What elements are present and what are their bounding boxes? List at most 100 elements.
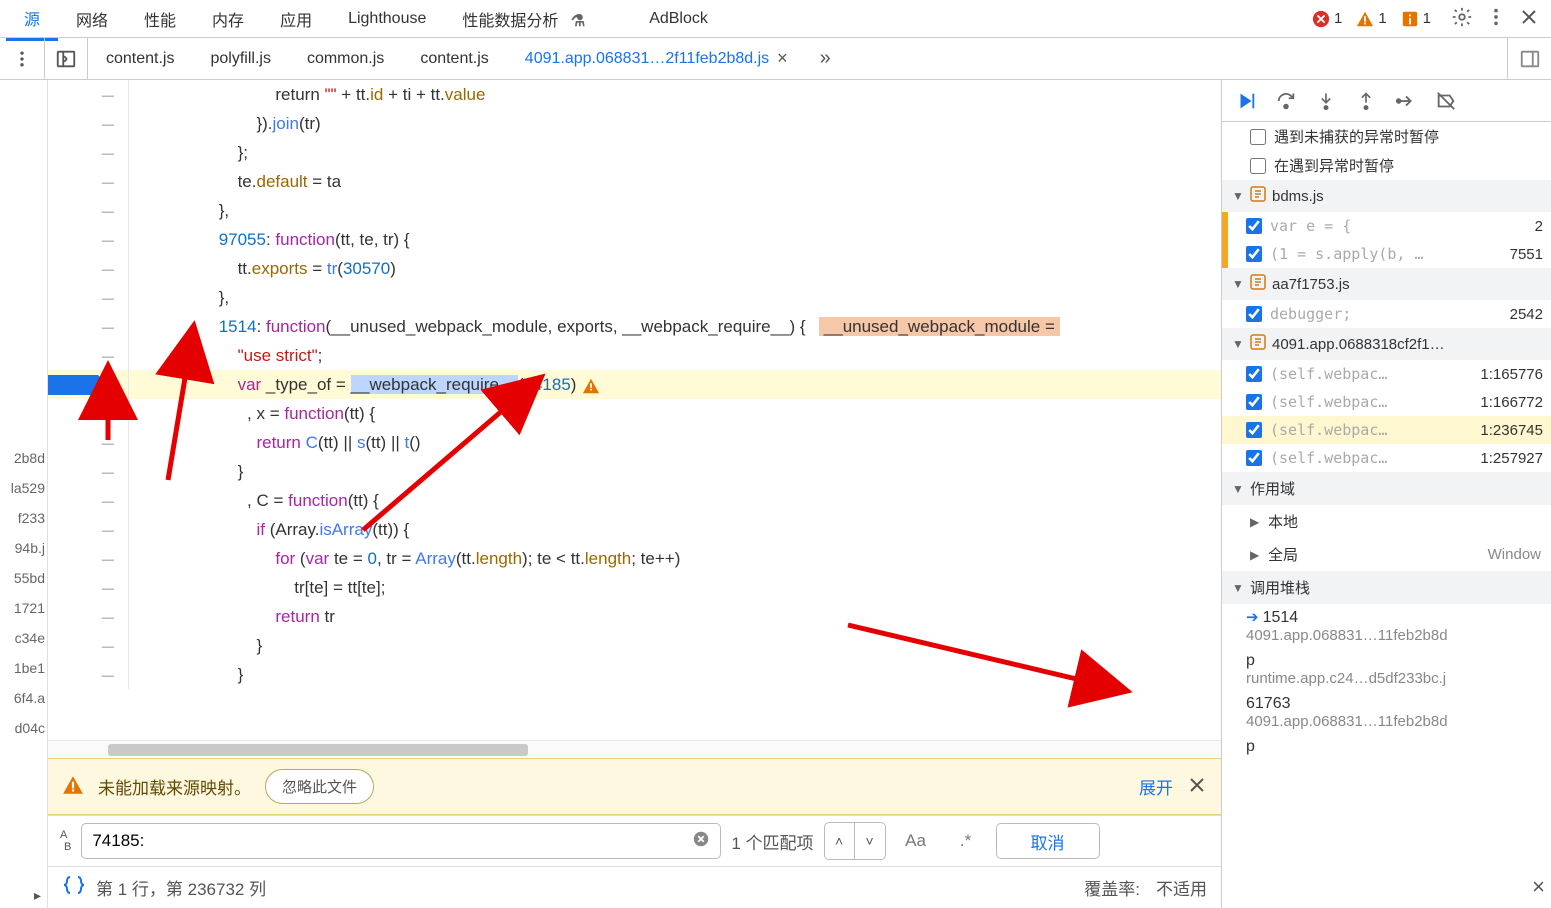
code-line[interactable]: – }, (48, 196, 1221, 225)
panel-tab-perf-insights[interactable]: 性能数据分析 ⚗ (444, 0, 603, 39)
file-tab-active[interactable]: 4091.app.068831…2f11feb2b8d.js × (507, 38, 806, 79)
code-line[interactable]: – return C(tt) || s(tt) || t() (48, 428, 1221, 457)
file-tab[interactable]: content.js (88, 38, 192, 79)
code-line[interactable]: – for (var te = 0, tr = Array(tt.length)… (48, 544, 1221, 573)
breakpoint-file-header[interactable]: ▼bdms.js (1222, 180, 1551, 212)
settings-icon[interactable] (1445, 0, 1479, 37)
step-over-icon[interactable] (1272, 87, 1300, 115)
breakpoint-item[interactable]: debugger;2542 (1222, 300, 1551, 328)
file-tree-item[interactable]: 1721 (14, 600, 45, 616)
breakpoint-item[interactable]: (self.webpac…1:257927 (1222, 444, 1551, 472)
pause-uncaught-checkbox[interactable] (1250, 129, 1266, 145)
code-line[interactable]: – tt.exports = tr(30570) (48, 254, 1221, 283)
code-line[interactable]: – "use strict"; (48, 341, 1221, 370)
code-line[interactable]: – te.default = ta (48, 167, 1221, 196)
pause-any-row[interactable]: 在遇到异常时暂停 (1222, 151, 1551, 180)
code-line[interactable]: – 97055: function(tt, te, tr) { (48, 225, 1221, 254)
code-line[interactable]: – return "" + tt.id + ti + tt.value (48, 80, 1221, 109)
panel-tab-sources[interactable]: 源 (6, 0, 58, 41)
match-case-toggle[interactable]: Aa (896, 823, 936, 859)
breakpoint-item[interactable]: var e = {2 (1222, 212, 1551, 240)
callstack-frame[interactable]: 617634091.app.068831…11feb2b8d (1222, 691, 1551, 734)
close-warning-icon[interactable] (1187, 775, 1207, 798)
code-line[interactable]: – 1514: function(__unused_webpack_module… (48, 312, 1221, 341)
breakpoint-checkbox[interactable] (1246, 450, 1262, 466)
close-drawer-icon[interactable]: × (1532, 874, 1545, 900)
pretty-print-icon[interactable] (62, 873, 86, 902)
file-tree-item[interactable]: 1be1 (14, 660, 45, 676)
callstack-frame[interactable]: pruntime.app.c24…d5df233bc.j (1222, 648, 1551, 691)
file-tree-item[interactable]: c34e (15, 630, 45, 646)
more-vert-icon[interactable] (0, 49, 44, 69)
breakpoint-item[interactable]: (self.webpac…1:165776 (1222, 360, 1551, 388)
panel-tab-adblock[interactable]: AdBlock (631, 2, 726, 36)
file-tab[interactable]: common.js (289, 38, 402, 79)
replace-toggle-icon[interactable]: AB (60, 829, 71, 853)
search-next-icon[interactable]: ˅ (855, 823, 885, 859)
file-tree-item[interactable]: d04c (15, 720, 45, 736)
callstack-frame[interactable]: ➔15144091.app.068831…11feb2b8d (1222, 604, 1551, 648)
step-into-icon[interactable] (1312, 87, 1340, 115)
callstack-frame[interactable]: p (1222, 734, 1551, 760)
breakpoint-checkbox[interactable] (1246, 306, 1262, 322)
breakpoint-item[interactable]: (1 = s.apply(b, …7551 (1222, 240, 1551, 268)
code-editor[interactable]: – return "" + tt.id + ti + tt.value– }).… (48, 80, 1221, 740)
search-prev-icon[interactable]: ˄ (825, 823, 855, 859)
code-line[interactable]: – }, (48, 283, 1221, 312)
regex-toggle[interactable]: .* (946, 823, 986, 859)
scope-local[interactable]: ▶ 本地 (1222, 505, 1551, 538)
scope-global[interactable]: ▶ 全局 Window (1222, 538, 1551, 571)
callstack-header[interactable]: ▼ 调用堆栈 (1222, 571, 1551, 604)
toggle-sidebar-icon[interactable] (1507, 38, 1551, 79)
resume-icon[interactable] (1232, 87, 1260, 115)
file-tree-item[interactable]: la529 (11, 480, 45, 496)
breakpoint-checkbox[interactable] (1246, 366, 1262, 382)
code-line[interactable]: – } (48, 457, 1221, 486)
code-line[interactable]: – } (48, 660, 1221, 689)
file-tab[interactable]: content.js (402, 38, 506, 79)
breakpoint-checkbox[interactable] (1246, 422, 1262, 438)
clear-search-icon[interactable] (692, 828, 710, 854)
file-tree-item[interactable]: 55bd (14, 570, 45, 586)
file-tree-item[interactable]: 2b8d (14, 450, 45, 466)
expand-warning-link[interactable]: 展开 (1139, 774, 1173, 799)
execution-line-marker[interactable] (48, 370, 124, 399)
pause-any-checkbox[interactable] (1250, 158, 1266, 174)
panel-tab-application[interactable]: 应用 (262, 0, 330, 39)
step-out-icon[interactable] (1352, 87, 1380, 115)
show-navigator-icon[interactable] (44, 38, 88, 79)
expand-tree-icon[interactable]: ▸ (34, 887, 41, 904)
panel-tab-performance[interactable]: 性能 (126, 0, 194, 39)
breakpoint-item[interactable]: (self.webpac…1:236745 (1222, 416, 1551, 444)
kebab-menu-icon[interactable] (1479, 0, 1513, 37)
horizontal-scrollbar[interactable] (48, 740, 1221, 758)
breakpoint-checkbox[interactable] (1246, 218, 1262, 234)
close-devtools-icon[interactable] (1513, 1, 1545, 36)
code-line[interactable]: – , x = function(tt) { (48, 399, 1221, 428)
ignore-file-button[interactable]: 忽略此文件 (265, 769, 374, 804)
code-line[interactable]: – if (Array.isArray(tt)) { (48, 515, 1221, 544)
more-tabs-icon[interactable]: » (806, 47, 845, 70)
breakpoint-checkbox[interactable] (1246, 394, 1262, 410)
breakpoint-item[interactable]: (self.webpac…1:166772 (1222, 388, 1551, 416)
code-line[interactable]: – , C = function(tt) { (48, 486, 1221, 515)
search-input[interactable] (92, 831, 692, 851)
code-line[interactable]: – return tr (48, 602, 1221, 631)
code-line[interactable]: var _type_of = __webpack_require__(74185… (48, 370, 1221, 399)
file-tree-item[interactable]: f233 (18, 510, 45, 526)
breakpoint-checkbox[interactable] (1246, 246, 1262, 262)
file-tree-item[interactable]: 6f4.a (14, 690, 45, 706)
file-tab[interactable]: polyfill.js (192, 38, 288, 79)
debugger-scroll[interactable]: 遇到未捕获的异常时暂停 在遇到异常时暂停 ▼bdms.jsvar e = {2(… (1222, 122, 1551, 908)
cancel-search-button[interactable]: 取消 (996, 823, 1100, 859)
pause-uncaught-row[interactable]: 遇到未捕获的异常时暂停 (1222, 122, 1551, 151)
panel-tab-memory[interactable]: 内存 (194, 0, 262, 39)
code-line[interactable]: – tr[te] = tt[te]; (48, 573, 1221, 602)
scope-header[interactable]: ▼ 作用域 (1222, 472, 1551, 505)
code-line[interactable]: – }).join(tr) (48, 109, 1221, 138)
breakpoint-file-header[interactable]: ▼aa7f1753.js (1222, 268, 1551, 300)
file-tree-item[interactable]: 94b.j (15, 540, 45, 556)
info-badge[interactable]: 1 (1401, 10, 1431, 28)
warning-badge[interactable]: 1 (1356, 10, 1386, 28)
code-line[interactable]: – }; (48, 138, 1221, 167)
